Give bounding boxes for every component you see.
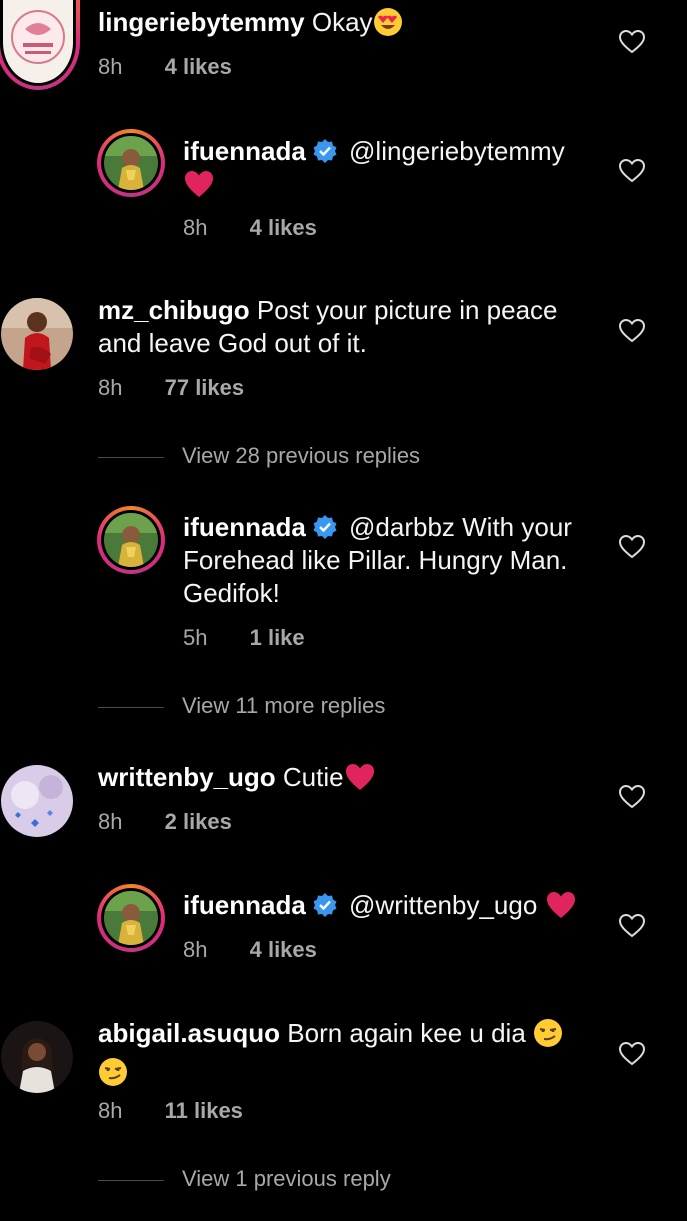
heart-outline-icon[interactable]	[618, 1041, 646, 1066]
red-heart-emoji	[545, 890, 577, 928]
smiling-face-heart-eyes-emoji	[373, 7, 403, 45]
view-previous-replies-link[interactable]: View 28 previous replies	[98, 443, 420, 469]
comment-time: 8h	[98, 1098, 123, 1123]
heart-outline-icon[interactable]	[618, 913, 646, 938]
verified-badge-icon	[312, 892, 338, 918]
comment-text: Okay	[311, 7, 373, 37]
comment-time: 8h	[98, 54, 123, 79]
comment-likes[interactable]: 11 likes	[165, 1098, 243, 1123]
comment-text-line: and leave God out of it.	[98, 328, 367, 358]
view-more-replies-link[interactable]: View 11 more replies	[98, 693, 385, 719]
comment-time: 5h	[183, 625, 208, 650]
comment-text-line: Gedifok!	[183, 578, 280, 608]
view-previous-replies-link[interactable]: View 1 previous reply	[98, 1166, 391, 1192]
red-heart-emoji	[183, 169, 215, 207]
avatar[interactable]	[97, 129, 165, 197]
avatar[interactable]	[1, 765, 73, 837]
comment-text[interactable]: @writtenby_ugo	[349, 890, 537, 920]
comment-username[interactable]: writtenby_ugo	[98, 762, 276, 792]
comment-text: @darbbz With your	[349, 512, 572, 542]
view-replies-label[interactable]: View 11 more replies	[182, 693, 385, 718]
verified-badge-icon	[312, 514, 338, 540]
avatar[interactable]	[1, 1021, 73, 1093]
comment-text[interactable]: @lingeriebytemmy	[349, 136, 565, 166]
verified-badge-icon	[312, 138, 338, 164]
comment-likes[interactable]: 1 like	[250, 625, 305, 650]
heart-outline-icon[interactable]	[618, 158, 646, 183]
divider	[98, 706, 164, 708]
comment-text: Post your picture in peace	[256, 295, 558, 325]
comment-likes[interactable]: 2 likes	[165, 809, 232, 834]
comment-text: Cutie	[282, 762, 344, 792]
comment-username[interactable]: ifuennada	[183, 890, 306, 920]
heart-outline-icon[interactable]	[618, 784, 646, 809]
smirking-face-emoji	[533, 1018, 563, 1056]
avatar[interactable]	[0, 0, 80, 90]
comment-likes[interactable]: 4 likes	[250, 937, 317, 962]
comment-username[interactable]: abigail.asuquo	[98, 1018, 280, 1048]
comment-text: Born again kee u dia	[287, 1018, 526, 1048]
view-replies-label[interactable]: View 1 previous reply	[182, 1166, 391, 1191]
comment-time: 8h	[98, 809, 123, 834]
comment-likes[interactable]: 4 likes	[250, 215, 317, 240]
comment-time: 8h	[98, 375, 123, 400]
smirking-face-emoji	[98, 1057, 128, 1095]
comment-time: 8h	[183, 937, 208, 962]
avatar[interactable]	[1, 298, 73, 370]
comment-username[interactable]: ifuennada	[183, 136, 306, 166]
divider	[98, 1179, 164, 1181]
comment-likes[interactable]: 77 likes	[165, 375, 245, 400]
heart-outline-icon[interactable]	[618, 29, 646, 54]
red-heart-emoji	[344, 762, 376, 800]
view-replies-label[interactable]: View 28 previous replies	[182, 443, 420, 468]
comment-time: 8h	[183, 215, 208, 240]
avatar[interactable]	[97, 506, 165, 574]
comment-username[interactable]: lingeriebytemmy	[98, 7, 305, 37]
comment-username[interactable]: mz_chibugo	[98, 295, 250, 325]
comment-likes[interactable]: 4 likes	[165, 54, 232, 79]
comment-text-line: Forehead like Pillar. Hungry Man.	[183, 545, 568, 575]
heart-outline-icon[interactable]	[618, 318, 646, 343]
comment-username[interactable]: ifuennada	[183, 512, 306, 542]
avatar[interactable]	[97, 884, 165, 952]
heart-outline-icon[interactable]	[618, 534, 646, 559]
divider	[98, 456, 164, 458]
